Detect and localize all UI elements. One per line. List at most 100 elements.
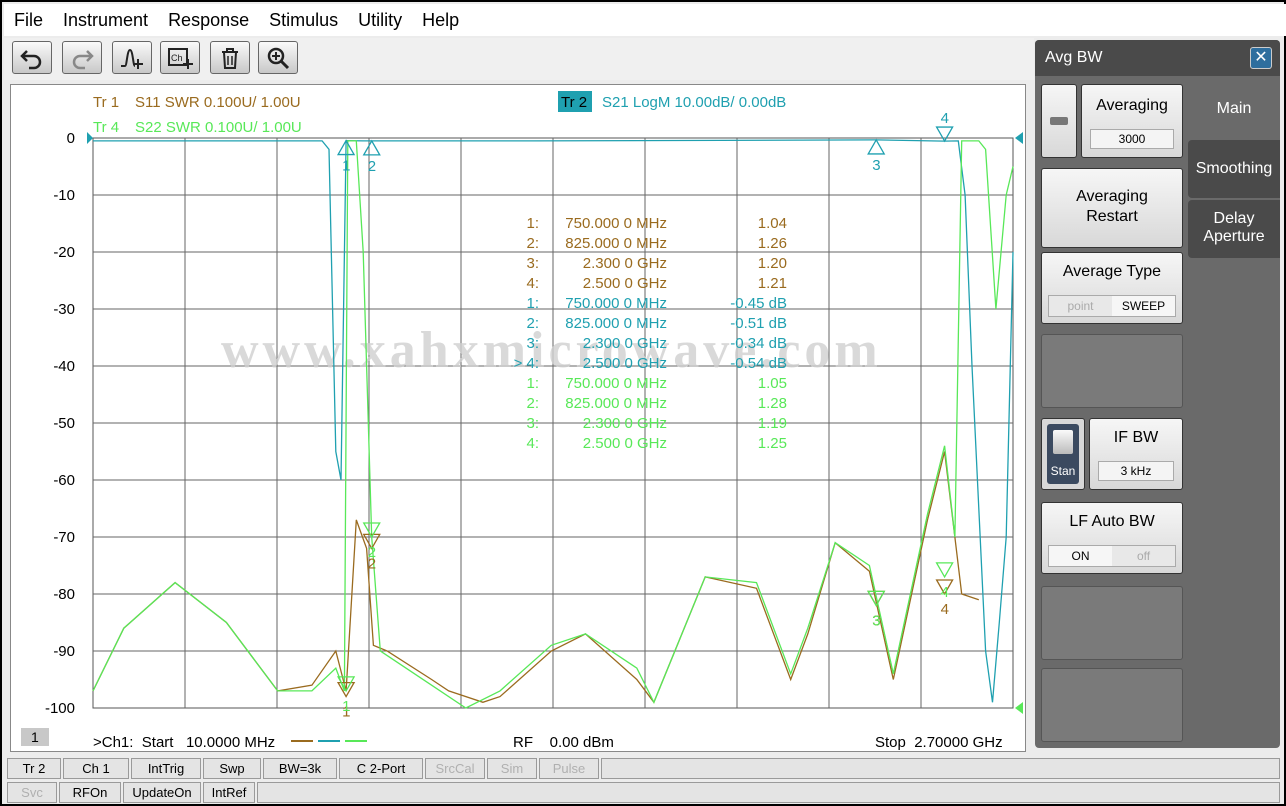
menu-help[interactable]: Help [422,10,459,31]
tab-smoothing[interactable]: Smoothing [1188,140,1280,198]
average-type-label: Average Type [1062,263,1162,280]
softkey-swp[interactable]: Swp [203,758,261,779]
tr2-id: Tr 2 [561,94,587,111]
y-tick-label: 0 [67,130,75,147]
averaging-label: Averaging [1096,97,1168,114]
averaging-restart-button[interactable]: Averaging Restart [1041,168,1183,248]
add-channel-icon: Ch [168,47,193,69]
marker-table-frequency: 2.500 0 GHz [583,275,667,292]
marker-table-frequency: 2.300 0 GHz [583,415,667,432]
marker-table-number: 1: [526,375,539,392]
softkey-inttrig[interactable]: IntTrig [131,758,201,779]
tab-delay-aperture[interactable]: Delay Aperture [1188,200,1280,258]
marker-table-frequency: 750.000 0 MHz [565,375,667,392]
window-frame: File Instrument Response Stimulus Utilit… [0,0,1286,806]
if-bw-value: 3 kHz [1098,461,1174,481]
softkey-updateon[interactable]: UpdateOn [123,782,201,803]
if-bw-button[interactable]: IF BW 3 kHz [1089,418,1183,490]
y-tick-label: -90 [53,643,75,660]
marker-table-number: > 4: [514,355,539,372]
marker-table-value: -0.45 dB [730,295,787,312]
if-bw-mode-indicator: Stan [1047,424,1079,484]
marker-table-frequency: 2.300 0 GHz [583,335,667,352]
redo-button[interactable] [62,41,102,74]
menu-file[interactable]: File [14,10,43,31]
menu-utility[interactable]: Utility [358,10,402,31]
menu-response[interactable]: Response [168,10,249,31]
averaging-value: 3000 [1090,129,1174,149]
lf-auto-bw-label: LF Auto BW [1069,513,1155,530]
averaging-button[interactable]: Averaging 3000 [1081,84,1183,158]
marker-table-number: 3: [526,415,539,432]
marker-table-value: -0.51 dB [730,315,787,332]
ref-arrow-right [1015,132,1023,144]
marker-label: 2 [368,544,376,561]
status-empty-slot [257,782,1280,803]
lf-auto-bw-toggle[interactable]: ON off [1048,545,1176,567]
lf-auto-bw-off[interactable]: off [1112,546,1175,566]
average-type-sweep[interactable]: SWEEP [1112,296,1175,316]
marker-table-value: 1.05 [758,375,787,392]
softkey-c-2-port[interactable]: C 2-Port [339,758,423,779]
panel-header: Avg BW ✕ [1035,40,1280,76]
add-marker-button[interactable] [112,41,152,74]
redo-icon [72,49,94,69]
marker-table-value: -0.54 dB [730,355,787,372]
marker-table-value: 1.21 [758,275,787,292]
marker-table-value: 1.20 [758,255,787,272]
marker-table-number: 3: [526,335,539,352]
undo-button[interactable] [12,41,52,74]
marker-label: 3 [872,612,880,629]
if-bw-label: IF BW [1113,429,1159,446]
softkey-bw-3k[interactable]: BW=3k [263,758,337,779]
tr4-desc: S22 SWR 0.100U/ 1.00U [135,119,302,136]
marker-table-number: 1: [526,295,539,312]
softkey-svc[interactable]: Svc [7,782,57,803]
tr1-desc: S11 SWR 0.100U/ 1.00U [135,94,301,111]
y-tick-label: -20 [53,244,75,261]
marker-table-number: 2: [526,235,539,252]
average-type-button[interactable]: Average Type point SWEEP [1041,252,1183,324]
tr1-id: Tr 1 [93,94,119,111]
marker-label: 2 [368,158,376,175]
marker-table-value: 1.28 [758,395,787,412]
add-channel-button[interactable]: Ch [160,41,200,74]
panel-title: Avg BW [1045,49,1103,66]
if-bw-mode-button[interactable]: Stan [1041,418,1085,490]
status-bar-top: Tr 2 Ch 1 IntTrig Swp BW=3k C 2-Port SrcCal Sim… [4,758,1286,780]
marker-label: 4 [941,584,949,601]
menu-instrument[interactable]: Instrument [63,10,148,31]
zoom-button[interactable] [258,41,298,74]
marker-label: 1 [342,698,350,715]
status-bar-bottom: Svc RFOn UpdateOn IntRef [4,782,1286,804]
marker-table-number: 2: [526,395,539,412]
softkey-rfon[interactable]: RFOn [59,782,121,803]
average-type-toggle[interactable]: point SWEEP [1048,295,1176,317]
marker-table-frequency: 750.000 0 MHz [565,295,667,312]
close-icon[interactable]: ✕ [1250,47,1272,69]
marker-label: 4 [941,110,949,127]
measurement-plot[interactable]: 0 -10 -20 -30 -40 -50 -60 -70 -80 -90 -100 www.xah… [10,84,1026,752]
marker-table-value: 1.04 [758,215,787,232]
averaging-toggle[interactable] [1041,84,1077,158]
delete-button[interactable] [210,41,250,74]
softkey-ch-1[interactable]: Ch 1 [63,758,129,779]
tr2-desc: S21 LogM 10.00dB/ 0.00dB [602,94,786,111]
ref-arrow-right-tr4 [1015,702,1023,714]
marker-table-frequency: 2.300 0 GHz [583,255,667,272]
marker-table-value: 1.26 [758,235,787,252]
softkey-tr-2[interactable]: Tr 2 [7,758,61,779]
marker-tr4-4 [935,562,954,579]
trace-tr1 [92,451,980,704]
softkey-intref[interactable]: IntRef [203,782,255,803]
softkey-srccal[interactable]: SrcCal [425,758,485,779]
lf-auto-bw-button[interactable]: LF Auto BW ON off [1041,502,1183,574]
menu-stimulus[interactable]: Stimulus [269,10,338,31]
rf-power: RF 0.00 dBm [513,734,614,751]
softkey-sim[interactable]: Sim [487,758,537,779]
average-type-point[interactable]: point [1049,296,1112,316]
softkey-pulse[interactable]: Pulse [539,758,599,779]
add-marker-icon [121,48,143,69]
marker-table-number: 3: [526,255,539,272]
lf-auto-bw-on[interactable]: ON [1049,546,1112,566]
